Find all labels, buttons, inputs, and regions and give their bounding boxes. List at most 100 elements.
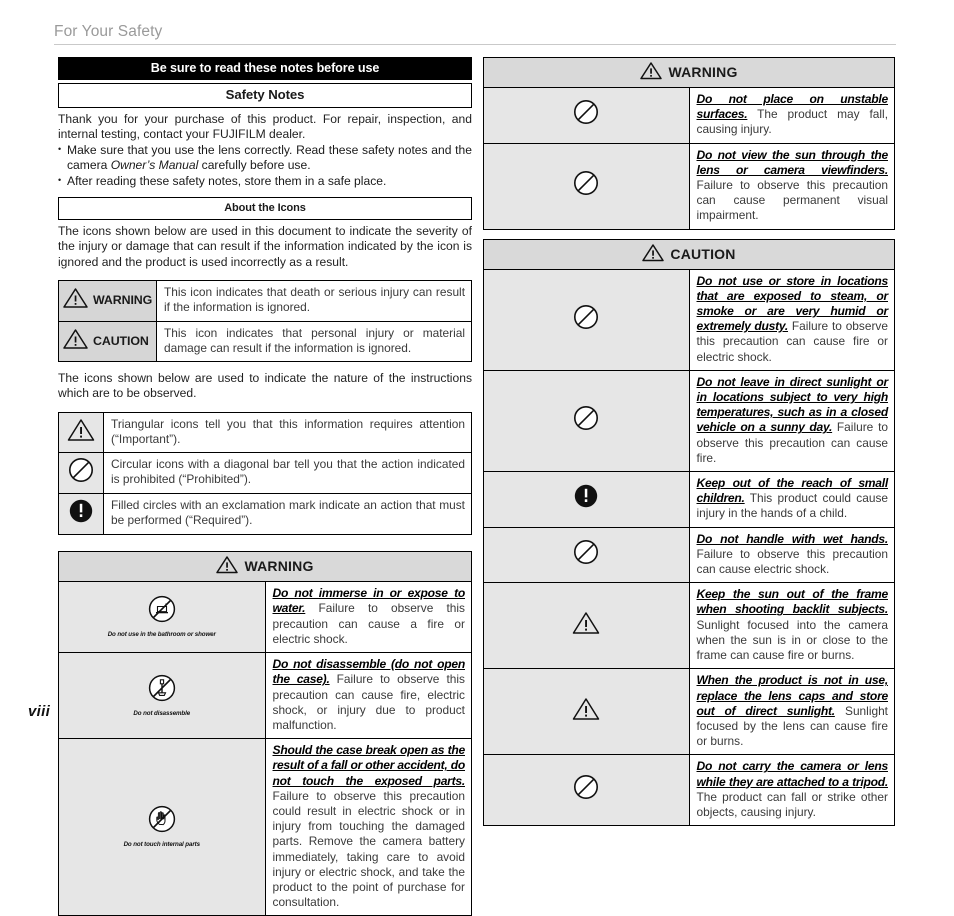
warning-body-text: Failure to observe this precaution can c… [696, 178, 889, 223]
table-row: Do not handle with wet hands. Failure to… [483, 526, 895, 584]
caution-text-cell: Keep the sun out of the frame when shoot… [688, 582, 895, 670]
table-row: WARNING This icon indicates that death o… [58, 280, 472, 322]
severity-legend-table: WARNING This icon indicates that death o… [58, 280, 472, 363]
warning-text-cell: Do not immerse in or expose to water. Fa… [264, 581, 472, 654]
caution-icon-cell [483, 369, 690, 473]
prohibited-circle-icon [573, 304, 599, 335]
severity-desc-cell: This icon indicates that death or seriou… [156, 280, 472, 322]
intro-paragraph: Thank you for your purchase of this prod… [58, 112, 472, 142]
warning-triangle-icon [216, 555, 239, 577]
caution-bold-lead: Do not carry the camera or lens while th… [696, 759, 889, 789]
warning-text-cell: Should the case break open as the result… [264, 738, 472, 916]
list-item: After reading these safety notes, store … [58, 173, 472, 189]
caution-bold-lead: Keep the sun out of the frame when shoot… [696, 587, 889, 617]
warning-body-text: Failure to observe this precaution could… [272, 788, 466, 910]
caution-body-text: Sunlight focused into the camera when th… [696, 617, 889, 663]
caution-text-cell: Do not use or store in locations that ar… [688, 268, 895, 371]
caution-icon-cell [483, 668, 690, 756]
warning-bold-lead: Should the case break open as the result… [272, 743, 466, 788]
no-bathroom-use-icon [147, 594, 177, 629]
warning-triangle-icon [63, 328, 88, 354]
right-caution-header-cell: CAUTION [483, 238, 895, 270]
severity-label-cell: CAUTION [58, 320, 157, 363]
do-not-touch-internal-parts-icon [147, 804, 177, 839]
warning-icon-cell [483, 87, 690, 144]
page-number: viii [28, 703, 51, 720]
shape-icon-cell [58, 452, 104, 495]
caution-icon-cell [483, 754, 690, 827]
no-disassemble-icon [147, 673, 177, 708]
caution-text-cell: Do not leave in direct sunlight or in lo… [688, 369, 895, 473]
table-row: Do not use or store in locations that ar… [483, 268, 895, 371]
bullet-pre: After reading these safety notes, store … [67, 173, 387, 188]
left-column: Be sure to read these notes before use S… [58, 57, 472, 916]
about-icons-paragraph: The icons shown below are used in this d… [58, 224, 472, 269]
page-header: For Your Safety [54, 22, 896, 45]
table-row: Keep out of the reach of small children.… [483, 471, 895, 528]
table-row: Do not carry the camera or lens while th… [483, 754, 895, 827]
warning-triangle-icon [63, 287, 88, 313]
prohibited-circle-icon [573, 539, 599, 570]
prohibited-circle-icon [573, 405, 599, 436]
table-row: Do not view the sun through the lens or … [483, 142, 895, 230]
banner-read-notes: Be sure to read these notes before use [58, 57, 472, 80]
table-row: Do not place on unstable surfaces. The p… [483, 87, 895, 144]
caution-bold-lead: Do not handle with wet hands. [696, 531, 889, 546]
prohibited-circle-icon [573, 774, 599, 805]
shape-desc-cell: Filled circles with an exclamation mark … [103, 493, 472, 536]
warning-text-cell: Do not disassemble (do not open the case… [264, 652, 472, 740]
caution-text-cell: When the product is not in use, replace … [688, 668, 895, 756]
prohibited-circle-icon [573, 99, 599, 130]
bullet-italic: Owner’s Manual [110, 158, 199, 173]
warning-bold-lead: Do not view the sun through the lens or … [696, 147, 889, 177]
shape-icon-cell [58, 411, 104, 454]
list-item: Make sure that you use the lens correctl… [58, 142, 472, 174]
triangle-attention-icon [67, 418, 95, 447]
severity-label-cell: WARNING [58, 280, 157, 322]
caution-icon-cell [483, 471, 690, 528]
warning-triangle-icon [642, 243, 665, 265]
table-row: Do not use in the bathroom or shower Do … [58, 581, 472, 654]
prohibited-circle-icon [68, 457, 94, 488]
shape-desc-cell: Circular icons with a diagonal bar tell … [103, 452, 472, 495]
table-row: CAUTION This icon indicates that persona… [58, 320, 472, 363]
warning-icon-cell: Do not touch internal parts [58, 738, 266, 916]
table-row: Keep the sun out of the frame when shoot… [483, 582, 895, 670]
caution-icon-cell [483, 526, 690, 584]
severity-label: CAUTION [93, 333, 149, 348]
warning-icon-cell: Do not disassemble [58, 652, 266, 740]
shape-desc-cell: Triangular icons tell you that this info… [103, 411, 472, 454]
triangle-attention-icon [572, 611, 600, 640]
prohibited-circle-icon [573, 170, 599, 201]
right-warning-header-cell: WARNING [483, 57, 895, 88]
table-header-row: CAUTION [483, 238, 895, 270]
caution-body-text: The product can fall or strike other obj… [696, 789, 889, 819]
banner-safety-notes: Safety Notes [58, 83, 472, 108]
caution-icon-cell [483, 582, 690, 670]
left-warning-table: WARNING Do not use in the bathroom or sh… [58, 551, 472, 916]
warning-icon-caption: Do not disassemble [133, 709, 191, 717]
warning-triangle-icon [640, 61, 663, 83]
right-warning-table: WARNING Do not place on unstable surface… [483, 57, 895, 230]
table-row: Do not leave in direct sunlight or in lo… [483, 369, 895, 473]
right-caution-header-label: CAUTION [670, 245, 736, 262]
warning-icon-cell [483, 142, 690, 230]
intro-bullet-list: Make sure that you use the lens correctl… [58, 142, 472, 189]
table-header-row: WARNING [483, 57, 895, 88]
warning-icon-cell: Do not use in the bathroom or shower [58, 581, 266, 654]
running-head-title: For Your Safety [54, 23, 163, 40]
icon-shape-legend-table: Triangular icons tell you that this info… [58, 411, 472, 536]
triangle-attention-icon [572, 697, 600, 726]
bullet-post: carefully before use. [198, 158, 311, 173]
shape-icon-cell [58, 493, 104, 536]
severity-desc-cell: This icon indicates that personal injury… [156, 320, 472, 363]
table-header-row: WARNING [58, 551, 472, 583]
right-caution-table: CAUTION Do not use or store in locations… [483, 238, 895, 827]
caution-text-cell: Keep out of the reach of small children.… [688, 471, 895, 528]
left-warning-header-cell: WARNING [58, 551, 472, 583]
caution-icon-cell [483, 268, 690, 371]
required-filled-circle-icon [68, 498, 94, 529]
table-row: Do not disassemble Do not disassemble (d… [58, 652, 472, 740]
warning-text-cell: Do not view the sun through the lens or … [688, 142, 895, 230]
required-filled-circle-icon [573, 483, 599, 514]
